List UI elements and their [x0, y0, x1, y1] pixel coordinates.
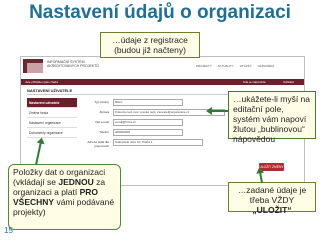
sidebar: Nastavení uživatele Změna hesla Nastaven… [27, 98, 77, 138]
field-label: Váš e-mail [94, 120, 109, 124]
arrow-to-form-icon [208, 110, 228, 112]
form-row: Telefon 000000000 [83, 128, 233, 138]
form-row: Váš e-mail email@firma.cz [83, 118, 233, 128]
callout-organization-data: Položky dat o organizaci (vkládají se JE… [8, 164, 121, 230]
app-name: INFORMAČNÍ SYSTÉM AKREDITOVANÝCH PROJEKT… [47, 60, 99, 68]
section-title: NASTAVENÍ UŽIVATELE [27, 88, 73, 93]
field-label: Telefon [99, 130, 109, 134]
field-label: Typ zprávy [94, 100, 109, 104]
nav-napoveda[interactable]: NÁPOVĚDA [258, 64, 275, 68]
logo-icon [23, 59, 43, 73]
address-field[interactable]: Nakupitelé ulice 10, Praha 1 [113, 139, 203, 146]
callout-bold: JEDNOU [58, 177, 94, 187]
field-label: Adresa sídla dle písemnosti [87, 140, 109, 148]
user-bar: Jste přihlášen jako Naďa Kde je nápověda… [21, 79, 304, 85]
nav-aktuality[interactable]: AKTUALITY [218, 64, 234, 68]
sidebar-item-documents[interactable]: Dokumenty organizace [27, 128, 77, 138]
user-label: Jste přihlášen jako Naďa [25, 80, 59, 84]
callout-registration-data: …údaje z registrace (budou již načteny) [100, 32, 200, 58]
callout-hover-help: …ukážete-li myší na editační pole, systé… [228, 91, 316, 144]
nav-otazky[interactable]: OTÁZKY [240, 64, 252, 68]
slide-title: Nastavení údajů o organizaci [29, 2, 291, 23]
form-row: Adresa sídla dle písemnosti Nakupitelé u… [83, 138, 233, 152]
callout-text: …zadané údaje je třeba VŽDY [237, 185, 307, 205]
callout-bold: „ULOŽIT“ [252, 205, 292, 215]
message-type-field[interactable]: Basic [113, 99, 183, 106]
phone-field[interactable]: 000000000 [113, 129, 183, 136]
field-label: Zpráva [99, 110, 109, 114]
sidebar-item-password[interactable]: Změna hesla [27, 108, 77, 118]
app-header: INFORMAČNÍ SYSTÉM AKREDITOVANÝCH PROJEKT… [21, 57, 304, 79]
top-nav: PROJEKTY AKTUALITY OTÁZKY NÁPOVĚDA [196, 64, 279, 68]
nav-projekty[interactable]: PROJEKTY [196, 64, 212, 68]
email-field[interactable]: email@firma.cz [113, 119, 183, 126]
sidebar-item-user-settings[interactable]: Nastavení uživatele [27, 98, 77, 108]
help-link[interactable]: Kde je nápověda [243, 80, 266, 84]
page-number: 15 [4, 226, 13, 235]
sidebar-item-organization[interactable]: Nastavení organizace [27, 118, 77, 128]
logout-link[interactable]: Odhlásit [283, 80, 294, 84]
callout-save-reminder: …zadané údaje je třeba VŽDY „ULOŽIT“ [228, 182, 316, 215]
